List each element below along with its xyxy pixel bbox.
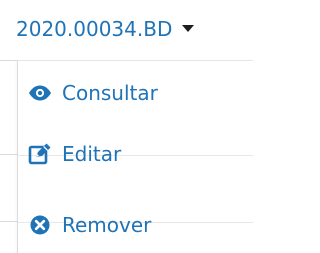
dropdown-menu: Consultar Editar Remover (17, 60, 253, 253)
edit-icon (28, 142, 52, 166)
dropdown-title: 2020.00034.BD (16, 17, 173, 41)
table-row-line-bottom (0, 221, 17, 222)
menu-item-label: Remover (62, 213, 152, 237)
dropdown-toggle[interactable]: 2020.00034.BD (16, 14, 195, 44)
remove-circle-icon (28, 213, 52, 237)
menu-item-consultar[interactable]: Consultar (28, 78, 158, 108)
menu-item-editar[interactable]: Editar (28, 139, 121, 169)
table-row-line-top (0, 60, 17, 61)
dropdown-widget: 2020.00034.BD Consultar Editar Remover (0, 0, 253, 253)
table-row-line-middle (0, 154, 17, 155)
caret-down-icon (181, 14, 195, 44)
menu-item-remover[interactable]: Remover (28, 210, 151, 240)
menu-item-label: Consultar (62, 81, 158, 105)
menu-item-label: Editar (62, 142, 122, 166)
eye-icon (28, 81, 52, 105)
